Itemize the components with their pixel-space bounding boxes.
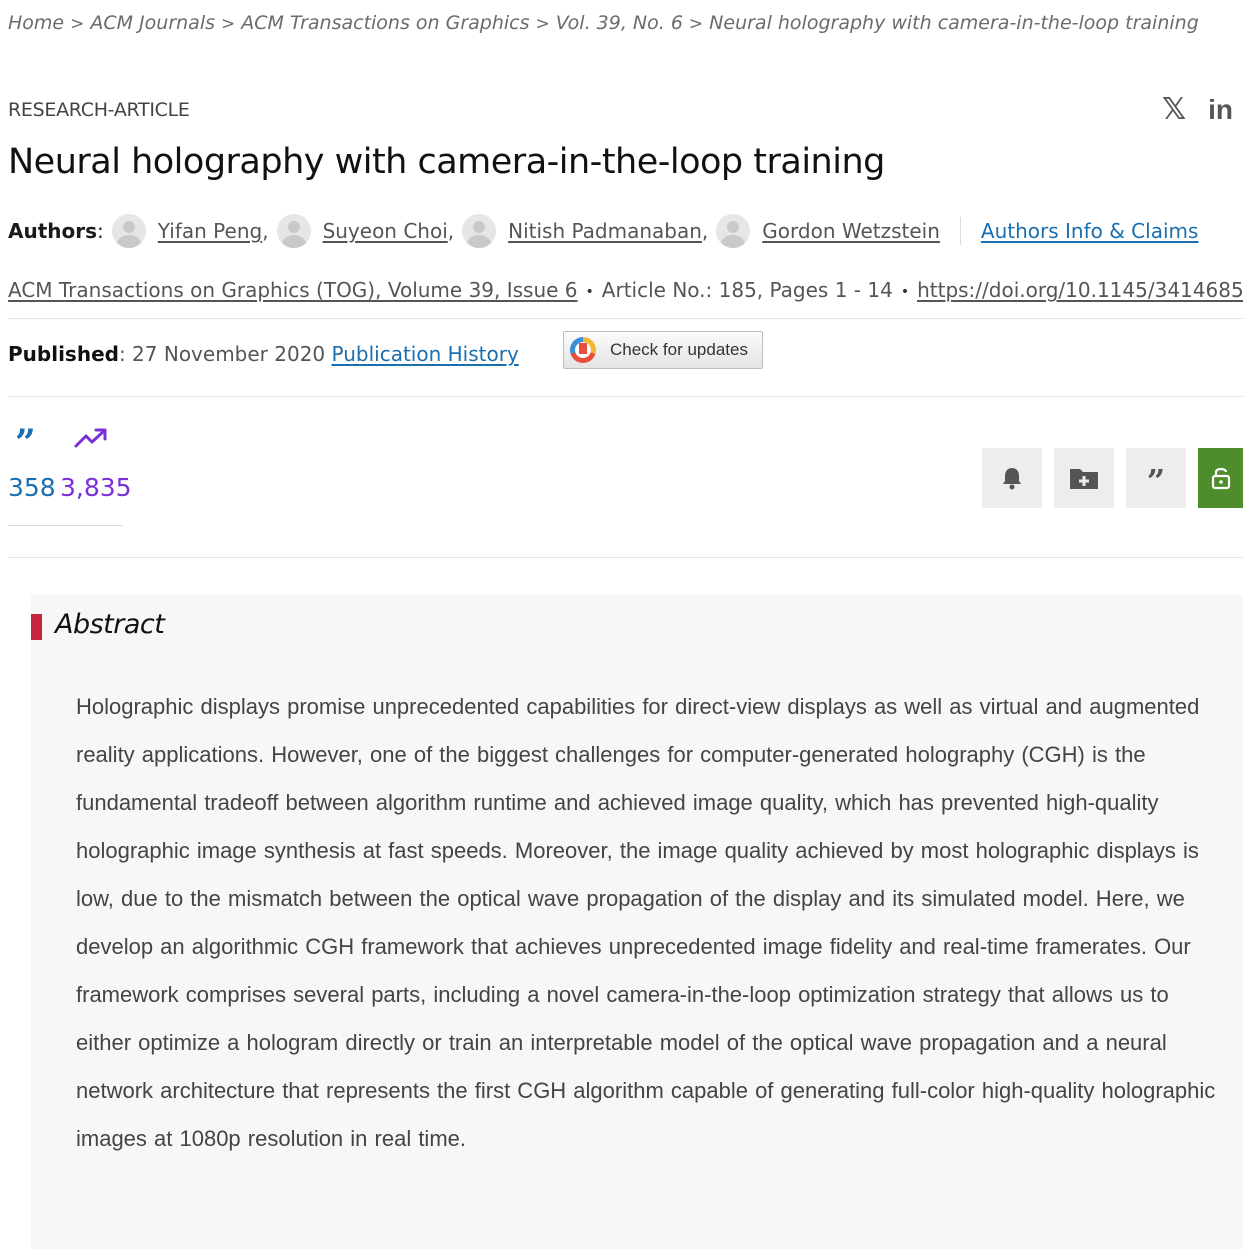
breadcrumb-tog[interactable]: ACM Transactions on Graphics (241, 12, 529, 34)
avatar (276, 214, 311, 248)
divider (959, 217, 961, 245)
author-item[interactable]: Suyeon Choi, (276, 214, 455, 248)
avatar (716, 214, 751, 248)
publication-history-link[interactable]: Publication History (332, 342, 519, 366)
published-info: Published: 27 November 2020 Publication … (8, 342, 519, 366)
article-type: RESEARCH-ARTICLE (8, 99, 190, 121)
published-date: : 27 November 2020 (118, 342, 332, 366)
breadcrumb-separator: > (70, 14, 85, 34)
breadcrumb-separator: > (221, 14, 236, 34)
breadcrumb-separator: > (535, 14, 550, 34)
quote-icon: ” (1146, 462, 1166, 500)
author-separator: , (701, 219, 709, 243)
authors-info-claims-link[interactable]: Authors Info & Claims (981, 219, 1199, 243)
alert-button[interactable] (982, 448, 1042, 508)
avatar (462, 214, 497, 248)
author-separator: , (447, 219, 455, 243)
share-links: 𝕏 in (1162, 92, 1233, 127)
breadcrumb-acm-journals[interactable]: ACM Journals (90, 12, 215, 34)
authors-row: Authors: Yifan Peng, Suyeon Choi, Nitish… (8, 212, 1198, 250)
author-link[interactable]: Yifan Peng (158, 219, 262, 243)
cite-button[interactable]: ” (1126, 448, 1186, 508)
breadcrumb: Home > ACM Journals > ACM Transactions on Gr… (8, 12, 1243, 34)
article-metrics: ” 358 3,835 (8, 422, 132, 526)
abstract-section: Abstract Holographic displays promise un… (31, 595, 1243, 1249)
avatar (111, 214, 146, 248)
published-label: Published (8, 342, 119, 366)
author-link[interactable]: Suyeon Choi (323, 219, 448, 243)
page-title: Neural holography with camera-in-the-loo… (8, 142, 885, 182)
open-access-button[interactable] (1198, 448, 1243, 508)
journal-info: ACM Transactions on Graphics (TOG), Volu… (8, 278, 1243, 302)
check-for-updates-button[interactable]: Check for updates (563, 331, 763, 369)
article-actions: ” (982, 448, 1243, 508)
divider (8, 557, 1243, 558)
section-marker (31, 614, 42, 640)
breadcrumb-issue[interactable]: Vol. 39, No. 6 (556, 12, 683, 34)
citation-count[interactable]: 358 (8, 473, 56, 502)
unlock-icon (1211, 467, 1230, 490)
bullet: • (585, 283, 594, 300)
divider (8, 396, 1243, 397)
authors-label: Authors (8, 219, 98, 243)
citation-quote-icon: ” (15, 422, 36, 464)
bullet: • (900, 283, 910, 300)
author-separator: , (262, 219, 269, 243)
author-item[interactable]: Yifan Peng, (111, 214, 269, 248)
trending-up-icon (74, 428, 107, 448)
breadcrumb-current[interactable]: Neural holography with camera-in-the-loo… (709, 12, 1199, 34)
crossmark-icon (570, 337, 596, 363)
article-number: Article No.: 185, Pages 1 - 14 (601, 278, 893, 302)
linkedin-icon[interactable]: in (1208, 94, 1233, 126)
author-link[interactable]: Gordon Wetzstein (762, 219, 940, 243)
save-to-binder-button[interactable] (1054, 448, 1114, 508)
breadcrumb-home[interactable]: Home (8, 12, 64, 34)
divider (8, 318, 1243, 319)
bell-icon (1003, 468, 1021, 490)
folder-add-icon (1070, 469, 1098, 489)
doi-link[interactable]: https://doi.org/10.1145/3414685.34 (917, 278, 1243, 302)
abstract-text: Holographic displays promise unprecedent… (76, 694, 1216, 1151)
author-link[interactable]: Nitish Padmanaban (508, 219, 702, 243)
authors-colon: : (97, 219, 104, 243)
author-item[interactable]: Gordon Wetzstein (716, 214, 940, 248)
author-item[interactable]: Nitish Padmanaban, (462, 214, 708, 248)
breadcrumb-separator: > (688, 14, 704, 34)
x-twitter-icon[interactable]: 𝕏 (1162, 92, 1186, 127)
abstract-heading: Abstract (55, 609, 165, 640)
check-for-updates-label: Check for updates (610, 340, 748, 359)
journal-issue-link[interactable]: ACM Transactions on Graphics (TOG), Volu… (8, 278, 578, 302)
download-count[interactable]: 3,835 (60, 473, 132, 502)
